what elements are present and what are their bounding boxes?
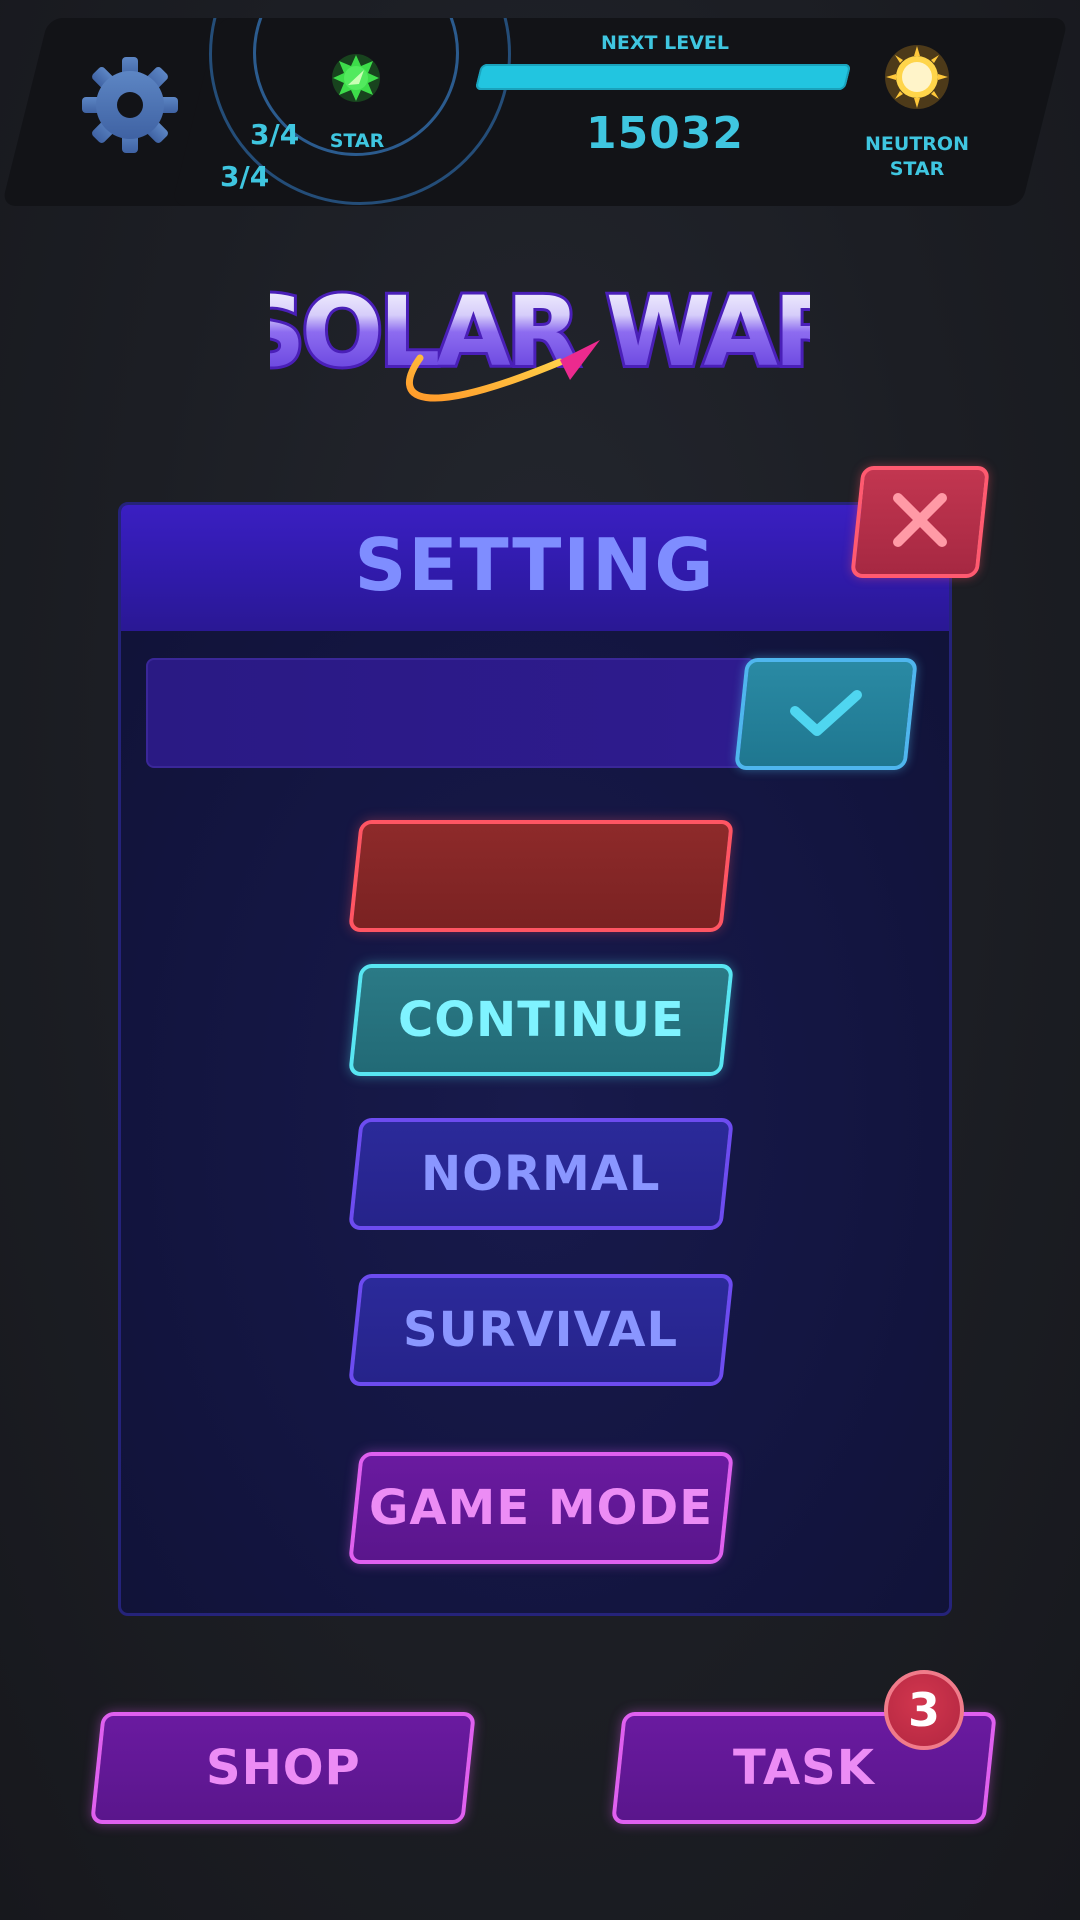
red-button[interactable] [348,820,734,932]
shop-button[interactable]: SHOP [90,1712,476,1824]
level-progress-bar [474,64,852,90]
score: 15032 [585,108,745,159]
next-level-label: NEXT LEVEL [601,32,729,54]
green-star-icon [332,54,380,102]
player-name-input[interactable] [146,658,756,768]
star-progress-1: 3/4 [250,118,300,151]
gear-icon[interactable] [80,55,180,155]
close-icon [893,493,947,547]
survival-mode-button[interactable]: SURVIVAL [348,1274,734,1386]
sun-icon [885,45,949,109]
continue-button-label: CONTINUE [397,992,685,1048]
solar-war-logo: SOLAR WAR [270,273,810,402]
next-rank-label-line2: STAR [889,158,945,180]
game-mode-button[interactable]: GAME MODE [348,1452,734,1564]
normal-button-label: NORMAL [421,1146,661,1202]
normal-mode-button[interactable]: NORMAL [348,1118,734,1230]
next-rank-label-line1: NEUTRON [865,133,969,155]
task-count-badge: 3 [884,1670,964,1750]
setting-title: SETTING [354,523,716,607]
shop-button-label: SHOP [205,1740,361,1796]
star-progress-2: 3/4 [220,160,270,193]
checkmark-icon [790,690,862,736]
continue-button[interactable]: CONTINUE [348,964,734,1076]
close-button[interactable] [850,466,990,578]
confirm-button[interactable] [734,658,918,770]
game-mode-button-label: GAME MODE [368,1480,713,1536]
next-rank-label: NEUTRON STAR [850,132,984,182]
survival-button-label: SURVIVAL [403,1302,679,1358]
task-button-label: TASK [733,1740,875,1796]
star-label: STAR [329,130,385,152]
